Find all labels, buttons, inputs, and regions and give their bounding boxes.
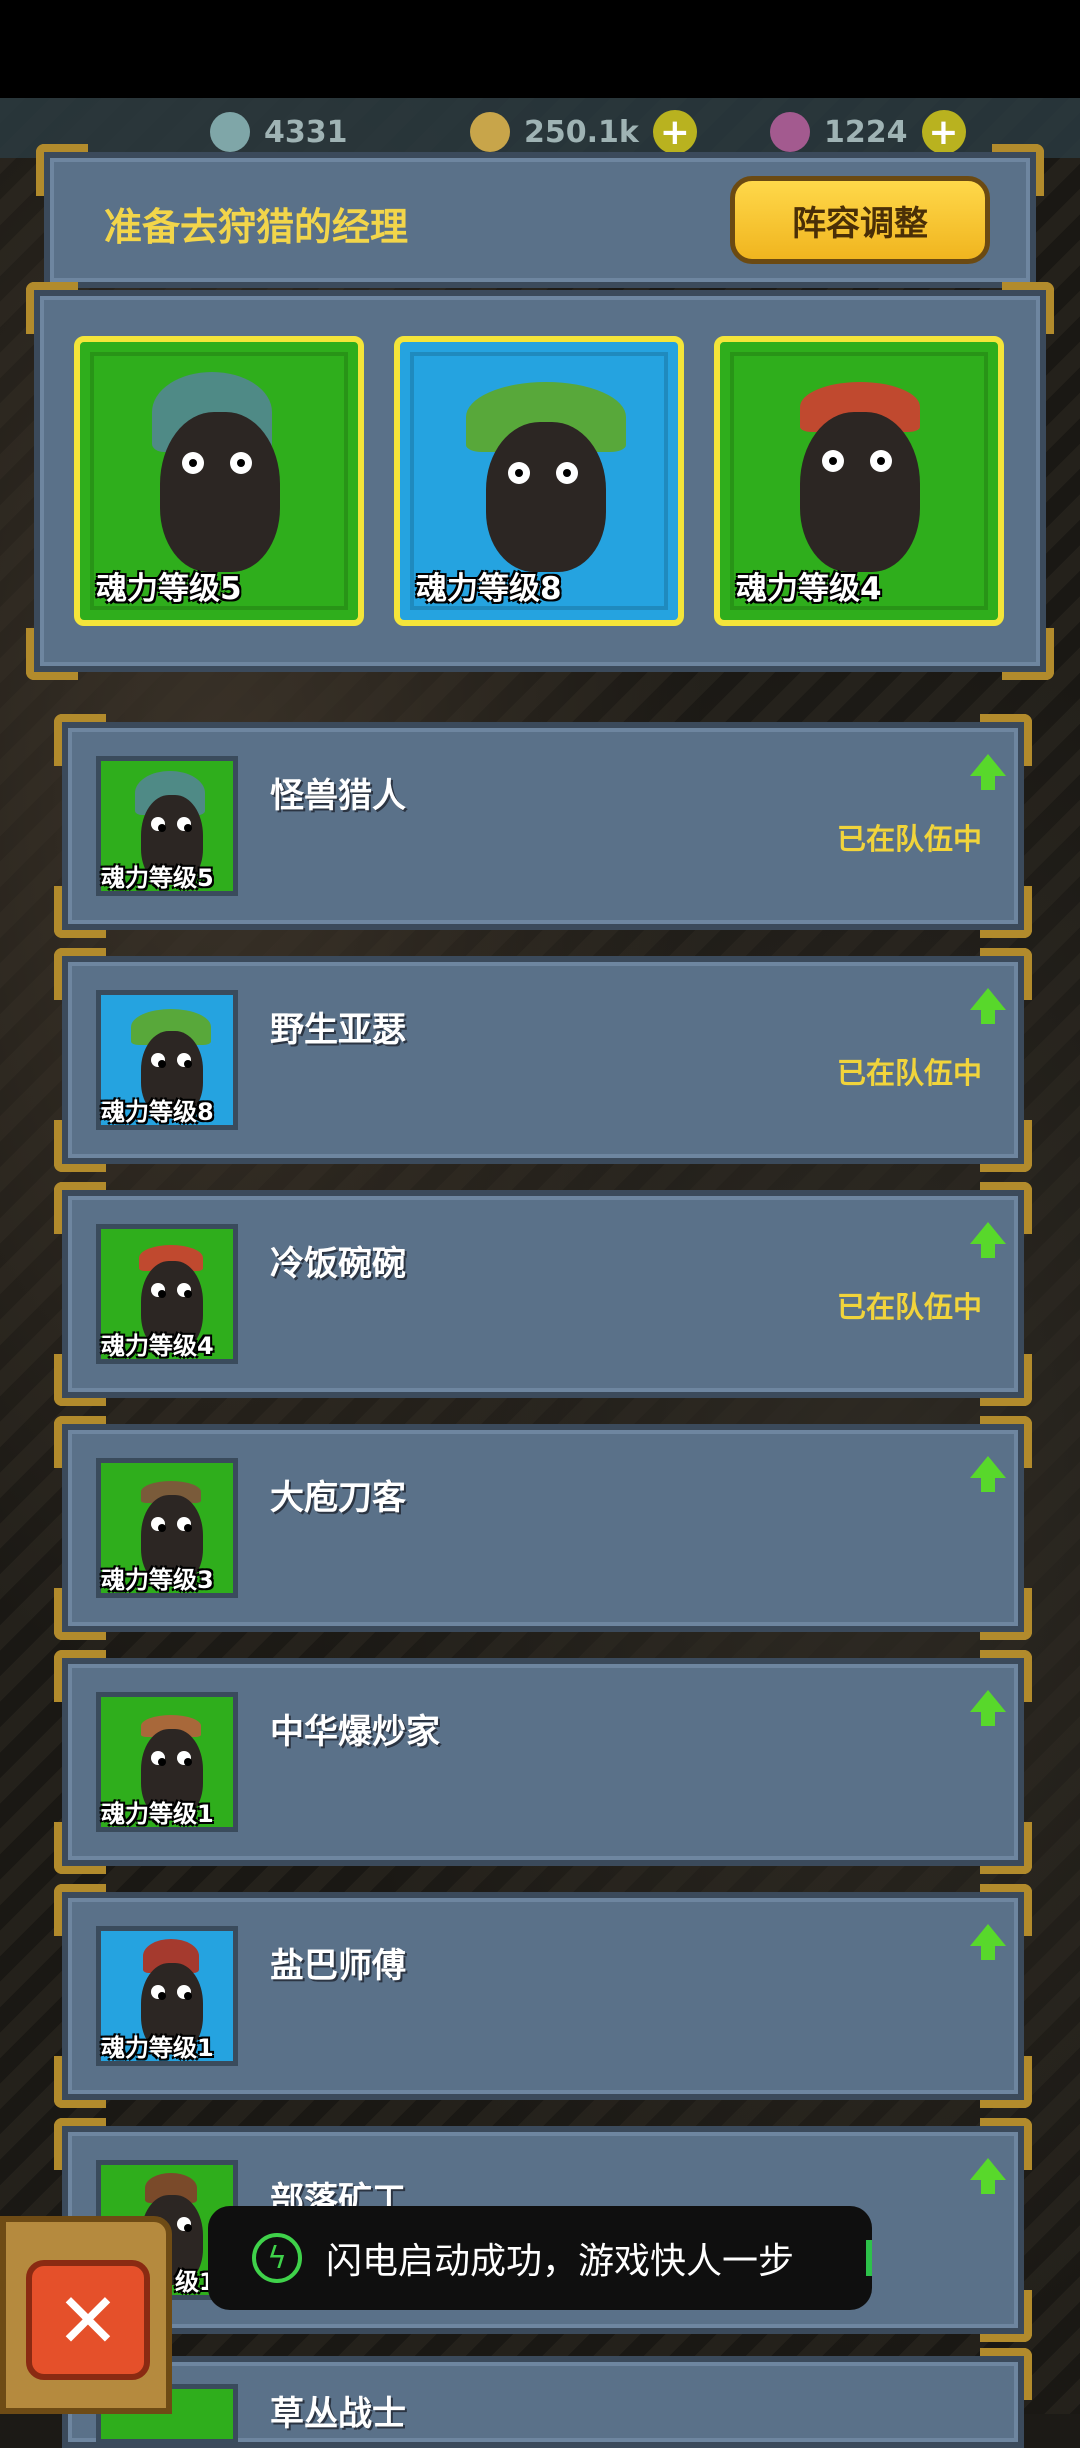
manager-name: 野生亚瑟 [270, 1010, 406, 1050]
roster-row[interactable]: 魂力等级1 中华爆炒家 [54, 1650, 1032, 1874]
potion-icon [770, 112, 810, 152]
soul-level: 魂力等级4 [736, 571, 882, 607]
lightning-icon: ϟ [252, 2233, 302, 2283]
resource-coin: 250.1k + [470, 110, 697, 154]
in-team-status: 已在队伍中 [836, 1290, 982, 1324]
soul-level: 魂力等级1 [101, 2034, 214, 2062]
soul-level: 魂力等级3 [101, 1566, 214, 1594]
toast-text: 闪电启动成功，游戏快人一步 [326, 2241, 795, 2282]
soul-level: 魂力等级4 [101, 1332, 214, 1360]
manager-thumbnail: 魂力等级1 [96, 1692, 238, 1832]
eyeball-icon [210, 112, 250, 152]
soul-level: 魂力等级8 [101, 1098, 214, 1126]
resource-potion: 1224 + [770, 110, 966, 154]
manager-name: 冷饭碗碗 [270, 1244, 406, 1284]
manager-thumbnail: 魂力等级3 [96, 1458, 238, 1598]
soul-level: 魂力等级8 [416, 571, 562, 607]
upgrade-arrow-icon[interactable] [970, 988, 1006, 1024]
resource-value: 1224 [824, 114, 908, 150]
toast-notification: ϟ 闪电启动成功，游戏快人一步 [208, 2206, 872, 2310]
in-team-status: 已在队伍中 [836, 822, 982, 856]
manager-thumbnail: 魂力等级8 [96, 990, 238, 1130]
soul-level: 魂力等级5 [96, 571, 242, 607]
roster-row[interactable]: 魂力等级3 大庖刀客 [54, 1416, 1032, 1640]
close-button[interactable]: ✕ [26, 2260, 150, 2380]
status-bar [0, 0, 1080, 98]
upgrade-arrow-icon[interactable] [970, 1924, 1006, 1960]
team-slot-1[interactable]: 魂力等级5 [74, 336, 364, 626]
resource-value: 4331 [264, 114, 348, 150]
toast-accent-bar [866, 2240, 872, 2276]
add-potion-button[interactable]: + [921, 110, 966, 154]
close-button-frame: ✕ [0, 2216, 172, 2414]
team-title: 准备去狩猎的经理 [104, 205, 409, 249]
upgrade-arrow-icon[interactable] [970, 1690, 1006, 1726]
team-slot-2[interactable]: 魂力等级8 [394, 336, 684, 626]
soul-level: 魂力等级5 [101, 864, 214, 892]
roster-row[interactable]: 魂力等级1 盐巴师傅 [54, 1884, 1032, 2108]
manager-thumbnail: 魂力等级5 [96, 756, 238, 896]
manager-name: 怪兽猎人 [270, 776, 406, 816]
upgrade-arrow-icon[interactable] [970, 1456, 1006, 1492]
adjust-lineup-button[interactable]: 阵容调整 [730, 176, 990, 264]
manager-name: 大庖刀客 [270, 1478, 406, 1518]
in-team-status: 已在队伍中 [836, 1056, 982, 1090]
coin-icon [470, 112, 510, 152]
upgrade-arrow-icon[interactable] [970, 754, 1006, 790]
roster-row[interactable]: 魂力等级4 冷饭碗碗 已在队伍中 [54, 1182, 1032, 1406]
roster-row[interactable]: 草丛战士 [54, 2348, 1032, 2448]
manager-thumbnail: 魂力等级1 [96, 1926, 238, 2066]
resource-value: 250.1k [524, 114, 639, 150]
manager-name: 中华爆炒家 [270, 1712, 440, 1752]
manager-name: 盐巴师傅 [270, 1946, 406, 1986]
roster-row[interactable]: 魂力等级8 野生亚瑟 已在队伍中 [54, 948, 1032, 1172]
add-coin-button[interactable]: + [652, 110, 697, 154]
team-slot-3[interactable]: 魂力等级4 [714, 336, 1004, 626]
resource-eyeball: 4331 [210, 110, 348, 154]
manager-name: 草丛战士 [270, 2394, 406, 2434]
roster-row[interactable]: 魂力等级5 怪兽猎人 已在队伍中 [54, 714, 1032, 938]
upgrade-arrow-icon[interactable] [970, 2158, 1006, 2194]
manager-thumbnail: 魂力等级4 [96, 1224, 238, 1364]
soul-level: 魂力等级1 [101, 1800, 214, 1828]
upgrade-arrow-icon[interactable] [970, 1222, 1006, 1258]
